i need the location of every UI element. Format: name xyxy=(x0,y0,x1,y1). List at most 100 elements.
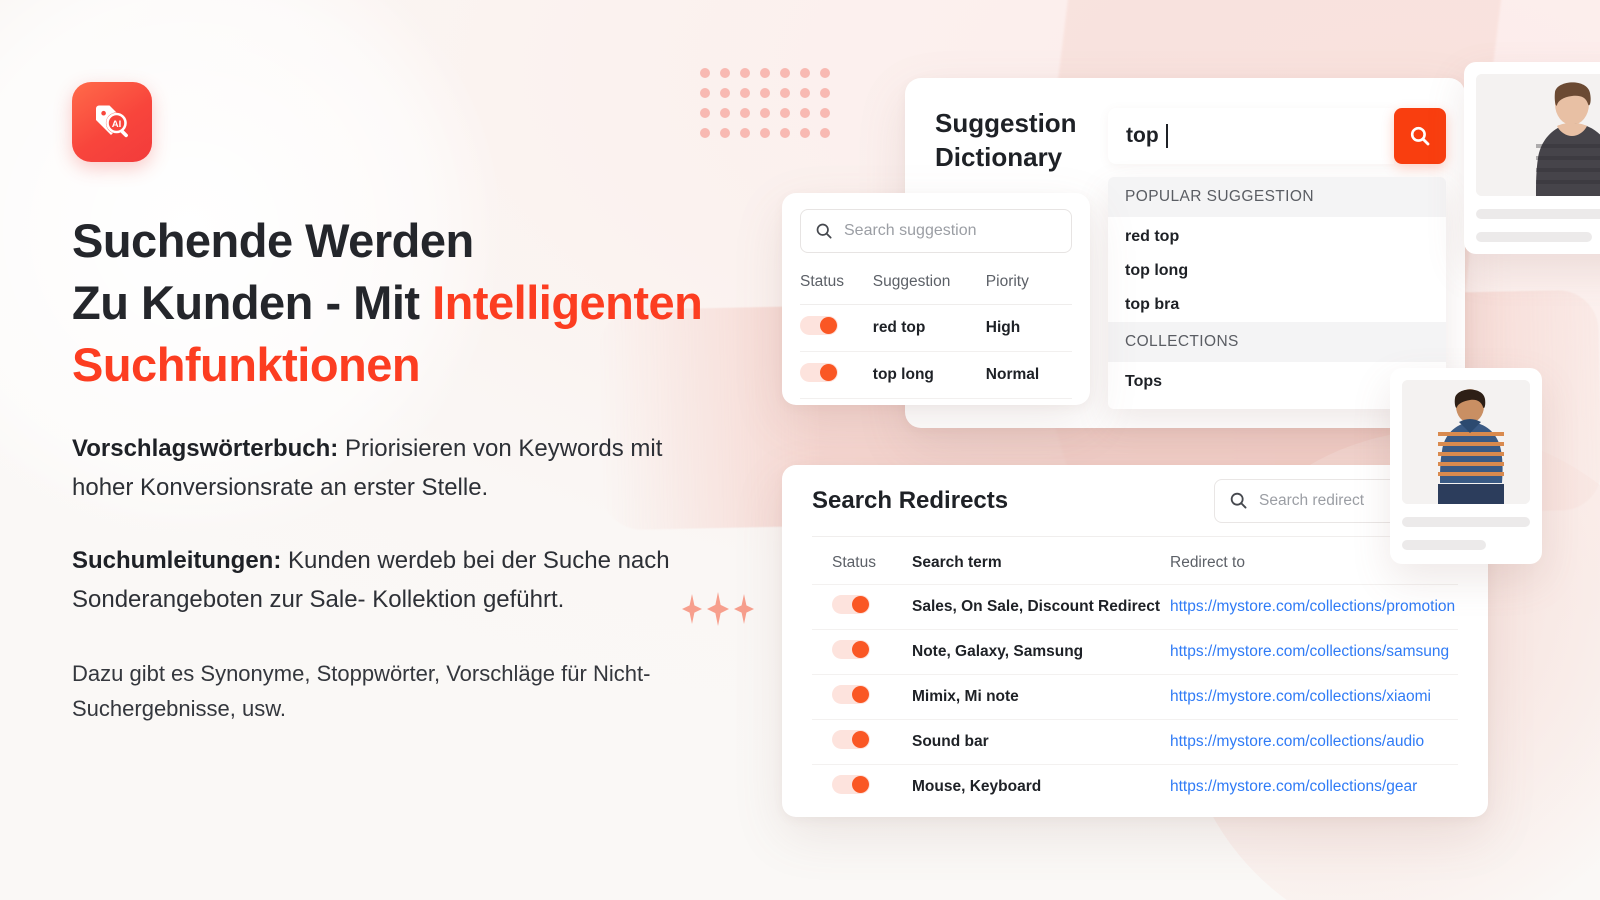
cell-priority: High xyxy=(985,319,1021,336)
feature-paragraph-extras: Dazu gibt es Synonyme, Stoppwörter, Vors… xyxy=(72,660,651,722)
redirect-table-header: Status Search term Redirect to xyxy=(812,537,1458,584)
cell-search-term: Sales, On Sale, Discount Redirect xyxy=(912,598,1161,615)
column-header-redirect-to: Redirect to xyxy=(1170,554,1245,571)
redirect-search-placeholder: Search redirect xyxy=(1259,491,1365,509)
product-card-dark-top[interactable] xyxy=(1464,62,1600,254)
dropdown-section-popular-header: POPULAR SUGGESTION xyxy=(1108,177,1446,217)
dictionary-search-input[interactable]: top xyxy=(1108,108,1394,164)
cell-redirect-url[interactable]: https://mystore.com/collections/audio xyxy=(1170,733,1424,751)
toggle-knob xyxy=(852,731,869,748)
product-skeleton-line xyxy=(1402,540,1487,550)
dot xyxy=(780,128,790,138)
dropdown-item-popular[interactable]: red top xyxy=(1108,217,1446,254)
redirect-table-row: Sound bar https://mystore.com/collections… xyxy=(812,719,1458,764)
cell-suggestion: red top xyxy=(872,319,926,336)
dot xyxy=(780,68,790,78)
column-header-suggestion: Suggestion xyxy=(872,273,951,290)
search-redirects-title: Search Redirects xyxy=(812,486,1009,514)
status-toggle[interactable] xyxy=(832,595,870,614)
cell-status xyxy=(832,775,912,799)
toggle-knob xyxy=(852,686,869,703)
status-toggle[interactable] xyxy=(832,685,870,704)
cell-search-term: Mimix, Mi note xyxy=(912,688,1019,705)
redirect-table-row: Mouse, Keyboard https://mystore.com/colle… xyxy=(812,764,1458,809)
dot xyxy=(800,88,810,98)
suggestion-table-row: red top High xyxy=(800,305,1072,352)
dot xyxy=(800,68,810,78)
suggestion-table-card: Search suggestion Status Suggestion Pior… xyxy=(782,193,1090,405)
status-toggle[interactable] xyxy=(832,775,870,794)
cell-redirect-url[interactable]: https://mystore.com/collections/promotio… xyxy=(1170,598,1455,616)
status-toggle[interactable] xyxy=(832,730,870,749)
search-icon xyxy=(1410,126,1430,146)
suggestion-table: Status Suggestion Piority red top High top… xyxy=(800,259,1072,399)
toggle-knob xyxy=(820,317,837,334)
dictionary-search-button[interactable] xyxy=(1394,108,1446,164)
cell-search-term: Sound bar xyxy=(912,733,989,750)
toggle-knob xyxy=(852,641,869,658)
column-header-status: Status xyxy=(832,554,876,571)
suggestion-dictionary-title: Suggestion Dictionary xyxy=(935,108,1077,173)
page-title: Suchende Werden Zu Kunden - Mit Intellig… xyxy=(72,210,772,396)
cell-status xyxy=(832,730,912,754)
suggestion-table-row: top long Normal xyxy=(800,352,1072,399)
app-logo: AI xyxy=(72,82,152,162)
search-icon xyxy=(816,223,832,239)
cell-status xyxy=(800,363,873,387)
cell-search-term: Mouse, Keyboard xyxy=(912,778,1042,795)
product-skeleton-line xyxy=(1402,517,1530,527)
cell-redirect-url[interactable]: https://mystore.com/collections/gear xyxy=(1170,778,1417,796)
suggestion-search-field[interactable]: Search suggestion xyxy=(800,209,1072,253)
redirect-table-row: Note, Galaxy, Samsung https://mystore.com… xyxy=(812,629,1458,674)
search-redirects-card: Search Redirects Search redirect Status … xyxy=(782,465,1488,817)
status-toggle[interactable] xyxy=(800,316,838,335)
product-card-striped-polo[interactable] xyxy=(1390,368,1542,564)
redirect-table-row: Sales, On Sale, Discount Redirect https:/… xyxy=(812,584,1458,629)
dot xyxy=(820,108,830,118)
product-skeleton-line xyxy=(1476,209,1600,219)
product-skeleton-line xyxy=(1476,232,1593,242)
suggestion-table-header: Status Suggestion Piority xyxy=(800,259,1072,305)
status-toggle[interactable] xyxy=(832,640,870,659)
cell-redirect-url[interactable]: https://mystore.com/collections/xiaomi xyxy=(1170,688,1431,706)
logo-ai-label: AI xyxy=(112,119,122,130)
feature-label-dictionary: Vorschlagswörterbuch: xyxy=(72,435,339,463)
cell-status xyxy=(832,685,912,709)
dot xyxy=(820,88,830,98)
dot xyxy=(800,108,810,118)
redirect-table-row: Mimix, Mi note https://mystore.com/collec… xyxy=(812,674,1458,719)
headline-line-3-accent: Suchfunktionen xyxy=(72,338,421,392)
tag-ai-search-icon: AI xyxy=(96,105,128,138)
feature-paragraph-redirects: Suchumleitungen: Kunden werdeb bei der S… xyxy=(72,542,692,620)
person-in-striped-polo-photo xyxy=(1402,380,1530,504)
feature-label-redirects: Suchumleitungen: xyxy=(72,546,282,574)
dropdown-popular-list: red top top long top bra xyxy=(1108,217,1446,322)
cell-status xyxy=(832,595,912,619)
status-toggle[interactable] xyxy=(800,363,838,382)
headline-line-2-plain: Zu Kunden - Mit xyxy=(72,276,433,330)
woman-in-dark-striped-top-photo xyxy=(1476,74,1600,196)
dropdown-item-popular[interactable]: top bra xyxy=(1108,288,1446,322)
suggestion-table-body: red top High top long Normal xyxy=(800,305,1072,399)
dot xyxy=(780,108,790,118)
suggestion-search-placeholder: Search suggestion xyxy=(844,222,977,239)
headline-line-1: Suchende Werden xyxy=(72,214,474,267)
dot xyxy=(820,128,830,138)
dropdown-section-collections-header: COLLECTIONS xyxy=(1108,322,1446,362)
dictionary-search-value: top xyxy=(1126,124,1159,147)
toggle-knob xyxy=(852,776,869,793)
cell-status xyxy=(832,640,912,664)
toggle-knob xyxy=(852,596,869,613)
search-redirects-header: Search Redirects Search redirect xyxy=(812,465,1458,537)
search-icon xyxy=(1230,492,1247,509)
column-header-status: Status xyxy=(800,273,844,290)
headline-line-2-accent: Intelligenten xyxy=(432,276,703,330)
text-caret xyxy=(1165,124,1168,148)
marketing-banner: AI Suchende Werden Zu Kunden - Mit Intel… xyxy=(0,0,1600,900)
cell-priority: Normal xyxy=(985,366,1040,383)
cell-redirect-url[interactable]: https://mystore.com/collections/samsung xyxy=(1170,643,1449,661)
dropdown-item-popular[interactable]: top long xyxy=(1108,254,1446,288)
feature-paragraph-dictionary: Vorschlagswörterbuch: Priorisieren von K… xyxy=(72,430,692,508)
product-photo xyxy=(1402,380,1530,504)
dot xyxy=(800,128,810,138)
